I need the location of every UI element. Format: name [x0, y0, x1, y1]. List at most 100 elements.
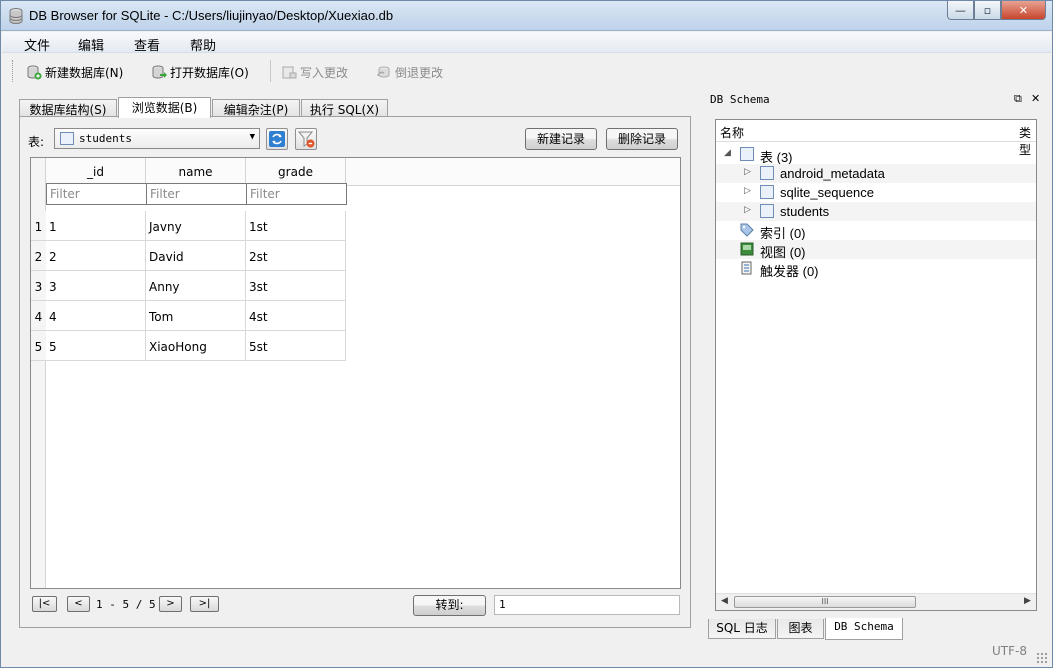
open-database-button[interactable]: 打开数据库(O): [151, 62, 249, 82]
goto-button[interactable]: 转到:: [413, 595, 486, 616]
menu-edit[interactable]: 编辑: [78, 35, 104, 54]
filter-input-id[interactable]: Filter: [46, 183, 147, 205]
tab-database-structure[interactable]: 数据库结构(S): [19, 99, 117, 117]
tab-execute-sql[interactable]: 执行 SQL(X): [301, 99, 388, 117]
expand-closed-icon[interactable]: ▷: [744, 186, 751, 196]
column-header-name[interactable]: name: [146, 158, 246, 186]
horizontal-scrollbar[interactable]: ◀ III ▶: [716, 593, 1036, 610]
tree-node-table[interactable]: ▷ sqlite_sequence: [716, 183, 1036, 202]
filter-input-name[interactable]: Filter: [146, 183, 247, 205]
index-tag-icon: [740, 223, 754, 237]
tree-node-label: 触发器 (0): [760, 264, 819, 279]
menu-file[interactable]: 文件: [24, 35, 50, 54]
minimize-button[interactable]: —: [947, 1, 974, 20]
expand-closed-icon[interactable]: ▷: [744, 167, 751, 177]
table-icon: [760, 204, 774, 218]
window-title: DB Browser for SQLite - C:/Users/liujiny…: [29, 8, 394, 23]
goto-row-input[interactable]: 1: [494, 595, 680, 615]
table-cell[interactable]: Javny: [146, 211, 246, 241]
table-cell[interactable]: David: [146, 241, 246, 271]
menu-bar: 文件 编辑 查看 帮助: [2, 32, 1051, 54]
revert-changes-label: 倒退更改: [395, 65, 444, 80]
table-icon: [60, 132, 74, 145]
table-cell[interactable]: 2st: [246, 241, 346, 271]
dock-float-icon[interactable]: ⧉: [1014, 92, 1022, 106]
tree-node-table[interactable]: ▷ students: [716, 202, 1036, 221]
view-icon: [740, 242, 754, 256]
row-number[interactable]: 3: [31, 271, 46, 301]
tree-node-views[interactable]: 视图 (0): [716, 240, 1036, 260]
status-bar: UTF-8: [2, 641, 1051, 667]
column-header-grade[interactable]: grade: [246, 158, 346, 186]
tab-plot[interactable]: 图表: [777, 619, 824, 639]
data-grid[interactable]: _id name grade Filter Filter Filter 1 1 …: [30, 157, 681, 589]
tree-header: 名称 类型: [716, 120, 1036, 157]
table-cell[interactable]: XiaoHong: [146, 331, 246, 361]
clear-filters-button[interactable]: [295, 128, 317, 150]
table-cell[interactable]: Tom: [146, 301, 246, 331]
menu-help[interactable]: 帮助: [190, 35, 216, 54]
new-database-button[interactable]: 新建数据库(N): [26, 62, 123, 82]
tab-db-schema[interactable]: DB Schema: [825, 618, 903, 640]
title-bar[interactable]: DB Browser for SQLite - C:/Users/liujiny…: [1, 1, 1052, 31]
last-page-button[interactable]: >|: [190, 596, 219, 612]
delete-record-button[interactable]: 删除记录: [606, 128, 678, 150]
toolbar-separator: [270, 60, 271, 82]
tree-node-table[interactable]: ▷ android_metadata: [716, 164, 1036, 183]
dock-close-icon[interactable]: ✕: [1031, 92, 1040, 105]
tree-node-triggers[interactable]: 触发器 (0): [716, 259, 1036, 279]
refresh-button[interactable]: [266, 128, 288, 150]
schema-tree[interactable]: 名称 类型 ◢ 表 (3) ▷ android_metadata ▷ sqlit…: [715, 119, 1037, 611]
maximize-button[interactable]: ▫: [974, 1, 1001, 20]
next-page-button[interactable]: >: [159, 596, 182, 612]
table-cell[interactable]: 5st: [246, 331, 346, 361]
scroll-left-icon[interactable]: ◀: [721, 596, 728, 606]
expand-closed-icon[interactable]: ▷: [744, 205, 751, 215]
revert-changes-button[interactable]: 倒退更改: [376, 62, 443, 82]
close-icon: ✕: [1018, 3, 1029, 17]
table-cell[interactable]: 1st: [246, 211, 346, 241]
new-record-button[interactable]: 新建记录: [525, 128, 597, 150]
scrollbar-thumb[interactable]: III: [734, 596, 916, 608]
prev-page-button[interactable]: <: [67, 596, 90, 612]
expand-open-icon[interactable]: ◢: [724, 148, 731, 158]
prev-page-icon: <: [74, 598, 83, 609]
column-header-id[interactable]: _id: [46, 158, 146, 186]
toolbar: 新建数据库(N) 打开数据库(O) 写入更改 倒退更改: [2, 54, 1051, 88]
table-cell[interactable]: 2: [46, 241, 146, 271]
last-page-icon: >|: [198, 598, 211, 609]
tree-header-name[interactable]: 名称: [720, 124, 744, 141]
refresh-icon: [269, 131, 285, 147]
tree-node-tables[interactable]: ◢ 表 (3): [716, 145, 1036, 165]
write-changes-button[interactable]: 写入更改: [281, 62, 348, 82]
table-cell[interactable]: 4: [46, 301, 146, 331]
toolbar-grip[interactable]: [12, 60, 15, 82]
dock-title: DB Schema: [710, 93, 770, 106]
tab-browse-data[interactable]: 浏览数据(B): [118, 97, 211, 118]
filter-input-grade[interactable]: Filter: [246, 183, 347, 205]
clear-filter-icon: [297, 131, 315, 148]
row-number[interactable]: 4: [31, 301, 46, 331]
new-database-icon: [27, 65, 42, 80]
resize-grip-icon[interactable]: [1036, 652, 1048, 664]
scroll-right-icon[interactable]: ▶: [1024, 596, 1031, 606]
table-cell[interactable]: 3: [46, 271, 146, 301]
table-cell[interactable]: 5: [46, 331, 146, 361]
revert-changes-icon: [377, 66, 390, 78]
table-cell[interactable]: 4st: [246, 301, 346, 331]
tree-node-indexes[interactable]: 索引 (0): [716, 221, 1036, 241]
close-button[interactable]: ✕: [1001, 1, 1046, 20]
table-cell[interactable]: 1: [46, 211, 146, 241]
table-cell[interactable]: Anny: [146, 271, 246, 301]
tree-node-label: android_metadata: [780, 166, 885, 181]
selected-table: students: [79, 132, 132, 145]
table-select[interactable]: students ▼: [54, 128, 260, 149]
first-page-button[interactable]: |<: [32, 596, 57, 612]
row-number[interactable]: 5: [31, 331, 46, 361]
row-number[interactable]: 1: [31, 211, 46, 241]
menu-view[interactable]: 查看: [134, 35, 160, 54]
row-number[interactable]: 2: [31, 241, 46, 271]
tab-edit-pragmas[interactable]: 编辑杂注(P): [212, 99, 300, 117]
tab-sql-log[interactable]: SQL 日志: [708, 619, 776, 639]
table-cell[interactable]: 3st: [246, 271, 346, 301]
